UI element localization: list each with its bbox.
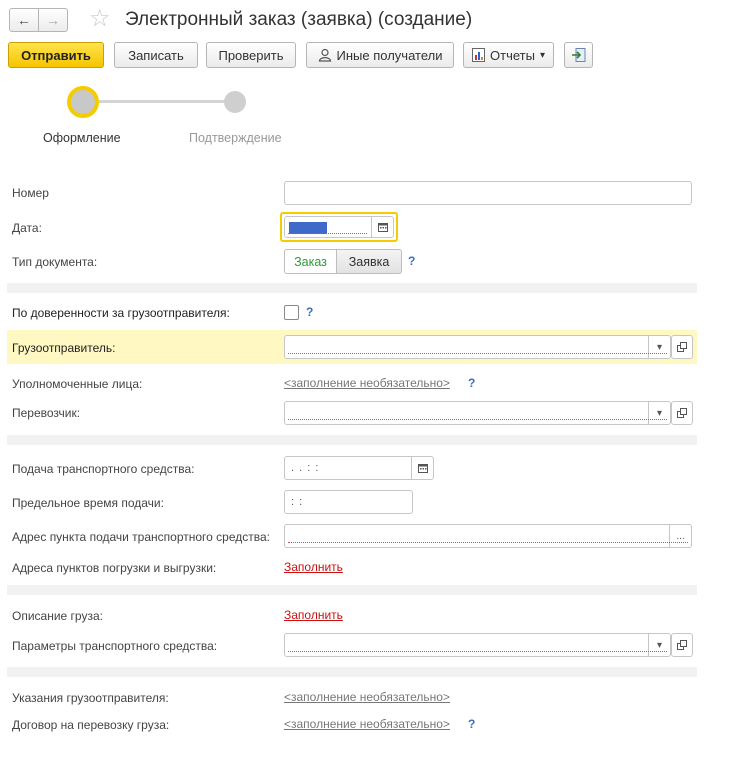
authorized-help[interactable]: ? — [468, 376, 475, 390]
section-divider — [7, 585, 697, 595]
step-indicator-active[interactable] — [67, 86, 99, 118]
arrow-right-icon: → — [46, 12, 60, 28]
authorized-label: Уполномоченные лица: — [12, 377, 143, 391]
back-button[interactable]: ← — [9, 8, 39, 32]
open-form-icon — [677, 342, 687, 352]
vehicle-supply-label: Подача транспортного средства: — [12, 462, 195, 476]
favorite-star-icon[interactable]: ☆ — [89, 6, 111, 32]
calendar-icon — [417, 464, 428, 473]
chevron-down-icon: ▾ — [656, 407, 663, 419]
doc-type-order[interactable]: Заказ — [284, 249, 337, 274]
cargo-label: Описание груза: — [12, 609, 103, 623]
open-form-icon — [677, 408, 687, 418]
step-label-confirmation[interactable]: Подтверждение — [189, 131, 282, 145]
cargo-fill-link[interactable]: Заполнить — [284, 608, 343, 622]
step-label-design[interactable]: Оформление — [43, 131, 121, 145]
deadline-label: Предельное время подачи: — [12, 496, 164, 510]
attorney-label: По доверенности за грузоотправителя: — [12, 306, 230, 320]
calendar-button[interactable] — [411, 457, 433, 479]
attorney-checkbox[interactable] — [284, 305, 299, 320]
section-divider — [7, 283, 697, 293]
doc-type-label: Тип документа: — [12, 255, 98, 269]
calendar-icon — [377, 223, 388, 232]
forward-button[interactable]: → — [38, 8, 68, 32]
check-button-label: Проверить — [218, 47, 284, 63]
report-icon — [472, 48, 486, 62]
export-icon — [571, 48, 585, 62]
vehicle-params-label: Параметры транспортного средства: — [12, 639, 218, 653]
deadline-input[interactable]: : : — [284, 490, 413, 514]
shipper-label: Грузоотправитель: — [12, 341, 116, 355]
contract-label: Договор на перевозку груза: — [12, 718, 170, 732]
supply-address-label: Адрес пункта подачи транспортного средст… — [12, 530, 270, 544]
shipper-instructions-label: Указания грузоотправителя: — [12, 691, 169, 705]
carrier-dropdown-button[interactable]: ▾ — [648, 402, 670, 424]
section-divider — [7, 667, 697, 677]
doc-type-help[interactable]: ? — [408, 254, 415, 268]
date-input[interactable] — [284, 216, 394, 238]
chevron-down-icon: ▾ — [539, 49, 545, 61]
other-recipients-button[interactable]: Иные получатели — [306, 42, 454, 68]
chevron-down-icon: ▾ — [656, 639, 663, 651]
supply-address-input[interactable]: ... — [284, 524, 692, 548]
carrier-input[interactable]: ▾ — [284, 401, 671, 425]
contract-optional-link[interactable]: <заполнение необязательно> — [284, 717, 450, 731]
save-button-label: Записать — [128, 47, 184, 63]
vehicle-supply-mask: . . : : — [291, 462, 320, 474]
ellipsis-icon: ... — [676, 530, 685, 542]
step-indicator-inactive[interactable] — [224, 91, 246, 113]
carrier-open-button[interactable] — [671, 401, 693, 425]
carrier-label: Перевозчик: — [12, 406, 81, 420]
chevron-down-icon: ▾ — [656, 341, 663, 353]
attorney-help[interactable]: ? — [306, 305, 313, 319]
deadline-mask: : : — [291, 496, 304, 508]
shipper-input[interactable]: ▾ — [284, 335, 671, 359]
load-addresses-label: Адреса пунктов погрузки и выгрузки: — [12, 561, 217, 575]
open-form-icon — [677, 640, 687, 650]
date-mask-underline — [288, 233, 367, 234]
load-addresses-fill-link[interactable]: Заполнить — [284, 560, 343, 574]
user-icon — [318, 48, 331, 62]
date-label: Дата: — [12, 221, 42, 235]
shipper-open-button[interactable] — [671, 335, 693, 359]
export-button[interactable] — [564, 42, 593, 68]
vehicle-params-open-button[interactable] — [671, 633, 693, 657]
send-button[interactable]: Отправить — [8, 42, 104, 68]
window-title: Электронный заказ (заявка) (создание) — [125, 9, 473, 30]
shipper-dropdown-button[interactable]: ▾ — [648, 336, 670, 358]
vehicle-params-dropdown-button[interactable]: ▾ — [648, 634, 670, 656]
calendar-button[interactable] — [371, 217, 393, 237]
reports-label: Отчеты — [490, 47, 535, 63]
vehicle-supply-input[interactable]: . . : : — [284, 456, 434, 480]
authorized-optional-link[interactable]: <заполнение необязательно> — [284, 376, 450, 390]
supply-address-select-button[interactable]: ... — [669, 525, 691, 547]
vehicle-params-input[interactable]: ▾ — [284, 633, 671, 657]
send-button-label: Отправить — [21, 47, 91, 63]
other-recipients-label: Иные получатели — [336, 47, 443, 63]
save-button[interactable]: Записать — [114, 42, 198, 68]
doc-type-request[interactable]: Заявка — [336, 249, 402, 274]
section-divider — [7, 435, 697, 445]
reports-menu-button[interactable]: Отчеты ▾ — [463, 42, 554, 68]
step-connector — [98, 100, 226, 103]
arrow-left-icon: ← — [17, 12, 31, 28]
shipper-instructions-optional-link[interactable]: <заполнение необязательно> — [284, 690, 450, 704]
number-label: Номер — [12, 186, 49, 200]
contract-help[interactable]: ? — [468, 717, 475, 731]
number-input[interactable] — [284, 181, 692, 205]
check-button[interactable]: Проверить — [206, 42, 296, 68]
